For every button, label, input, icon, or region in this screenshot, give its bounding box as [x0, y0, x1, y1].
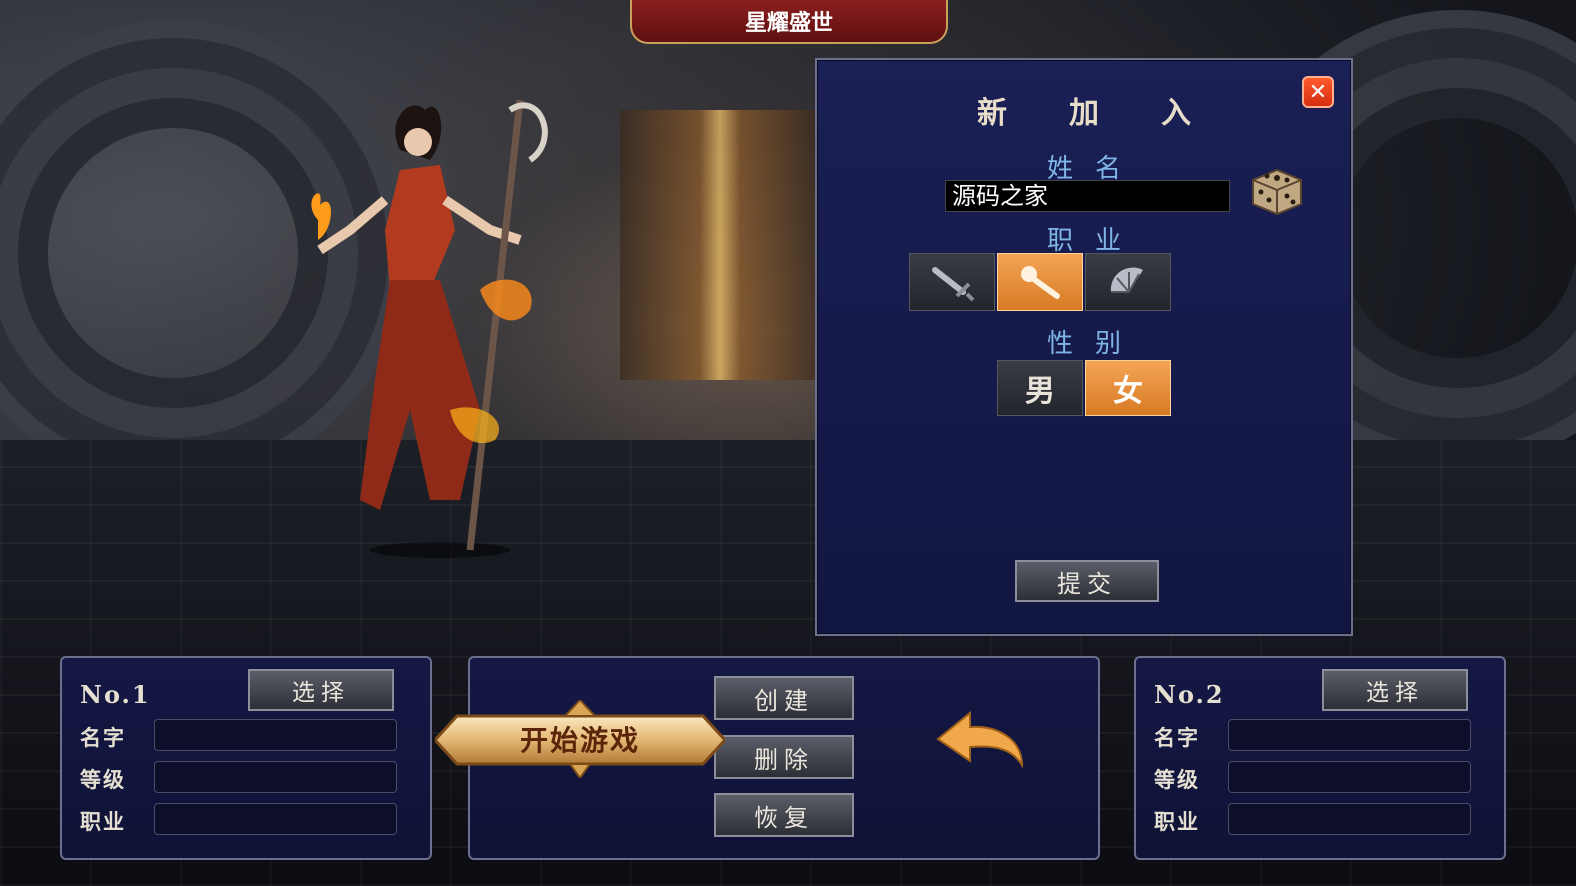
class-taoist-button[interactable]	[1085, 253, 1171, 311]
name-input[interactable]: 源码之家	[945, 180, 1230, 212]
fan-icon	[1110, 267, 1143, 293]
back-arrow-icon[interactable]	[930, 705, 1030, 769]
slot-class-field	[1228, 803, 1471, 835]
submit-button[interactable]: 提交	[1015, 560, 1159, 602]
create-button[interactable]: 创建	[714, 676, 854, 720]
class-mage-button[interactable]	[997, 253, 1083, 311]
slot-number: No.1	[80, 680, 151, 709]
staff-icon	[1021, 266, 1060, 299]
gender-selector: 男 女	[997, 360, 1173, 416]
panel-title: 新加入	[977, 96, 1253, 131]
slot-number: No.2	[1154, 680, 1225, 709]
create-character-panel: 新加入 ✕ 姓名 源码之家 职业 性别 男 女 提交	[815, 58, 1353, 636]
slot-class-label: 职业	[1154, 810, 1200, 834]
close-button[interactable]: ✕	[1302, 76, 1334, 108]
character-slot-2: No.2 选择 名字 等级 职业	[1134, 656, 1506, 860]
slot-class-field	[154, 803, 397, 835]
slot-level-label: 等级	[1154, 768, 1200, 792]
start-game-button[interactable]: 开始游戏	[435, 700, 725, 778]
slot-name-label: 名字	[80, 726, 126, 750]
class-label: 职业	[1046, 226, 1143, 256]
server-banner: 星耀盛世	[630, 0, 948, 44]
gender-label: 性别	[1046, 329, 1143, 359]
close-icon: ✕	[1308, 79, 1328, 105]
sword-icon	[932, 267, 975, 302]
delete-button[interactable]: 删除	[714, 735, 854, 779]
slot-level-field	[1228, 761, 1471, 793]
gender-female-button[interactable]: 女	[1085, 360, 1171, 416]
slot-name-label: 名字	[1154, 726, 1200, 750]
class-warrior-button[interactable]	[909, 253, 995, 311]
character-preview	[311, 99, 548, 558]
class-selector	[909, 253, 1173, 311]
slot-2-select-button[interactable]: 选择	[1322, 669, 1468, 711]
slot-name-field	[1228, 719, 1471, 751]
slot-name-field	[154, 719, 397, 751]
start-game-label: 开始游戏	[519, 724, 640, 757]
character-slot-1: No.1 选择 名字 等级 职业	[60, 656, 432, 860]
random-name-dice-icon[interactable]	[1247, 164, 1305, 218]
slot-level-label: 等级	[80, 768, 126, 792]
gender-male-button[interactable]: 男	[997, 360, 1083, 416]
slot-class-label: 职业	[80, 810, 126, 834]
slot-level-field	[154, 761, 397, 793]
temple-gate	[620, 110, 820, 380]
restore-button[interactable]: 恢复	[714, 793, 854, 837]
slot-1-select-button[interactable]: 选择	[248, 669, 394, 711]
